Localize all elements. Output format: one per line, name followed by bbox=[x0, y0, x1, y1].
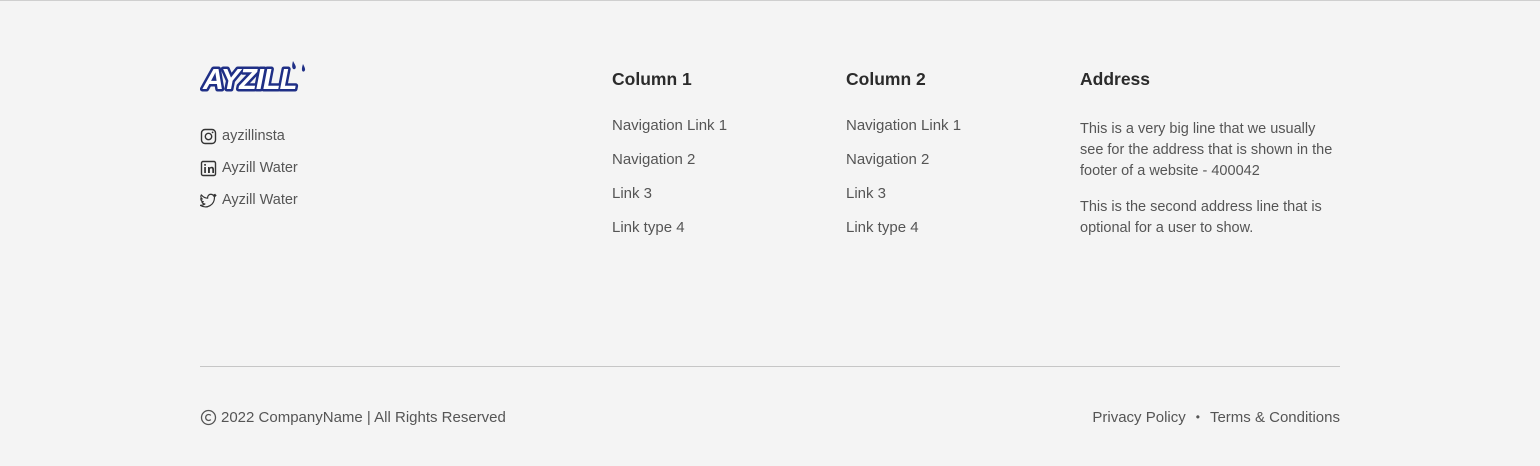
nav-link[interactable]: Link type 4 bbox=[612, 218, 832, 252]
social-label: Ayzill Water bbox=[222, 192, 298, 208]
nav-link[interactable]: Navigation 2 bbox=[612, 150, 832, 184]
nav-link[interactable]: Navigation Link 1 bbox=[612, 116, 832, 150]
copyright: 2022 CompanyName | All Rights Reserved bbox=[200, 409, 506, 426]
footer-bottom-bar: 2022 CompanyName | All Rights Reserved P… bbox=[200, 405, 1340, 429]
social-label: ayzillinsta bbox=[222, 128, 285, 144]
footer-column-2: Column 2 Navigation Link 1 Navigation 2 … bbox=[846, 68, 1066, 252]
terms-link[interactable]: Terms & Conditions bbox=[1210, 409, 1340, 426]
copyright-text: 2022 CompanyName | All Rights Reserved bbox=[221, 408, 506, 426]
social-label: Ayzill Water bbox=[222, 160, 298, 176]
social-linkedin[interactable]: Ayzill Water bbox=[200, 152, 560, 184]
footer-column-1: Column 1 Navigation Link 1 Navigation 2 … bbox=[612, 68, 832, 252]
nav-link[interactable]: Link 3 bbox=[612, 184, 832, 218]
footer-divider bbox=[200, 366, 1340, 367]
social-twitter[interactable]: Ayzill Water bbox=[200, 184, 560, 216]
nav-link[interactable]: Navigation Link 1 bbox=[846, 116, 1066, 150]
address-heading: Address bbox=[1080, 69, 1151, 89]
nav-link[interactable]: Navigation 2 bbox=[846, 150, 1066, 184]
brand-column: AYZILL ayzillinsta Ayzill Water Ayzill W… bbox=[200, 58, 560, 216]
privacy-policy-link[interactable]: Privacy Policy bbox=[1092, 409, 1185, 426]
nav-link[interactable]: Link 3 bbox=[846, 184, 1066, 218]
social-instagram[interactable]: ayzillinsta bbox=[200, 120, 560, 152]
top-border bbox=[0, 0, 1540, 1]
nav-link[interactable]: Link type 4 bbox=[846, 218, 1066, 252]
linkedin-icon bbox=[200, 160, 217, 177]
social-links: ayzillinsta Ayzill Water Ayzill Water bbox=[200, 120, 560, 216]
address-line-1: This is a very big line that we usually … bbox=[1080, 121, 1333, 179]
twitter-icon bbox=[200, 192, 217, 209]
legal-links: Privacy Policy • Terms & Conditions bbox=[1092, 409, 1340, 426]
column-heading: Column 2 bbox=[846, 69, 926, 89]
site-footer: AYZILL ayzillinsta Ayzill Water Ayzill W… bbox=[200, 58, 1340, 278]
column-heading: Column 1 bbox=[612, 69, 692, 89]
svg-text:AYZILL: AYZILL bbox=[202, 64, 297, 96]
nav-list: Navigation Link 1 Navigation 2 Link 3 Li… bbox=[846, 116, 1066, 252]
instagram-icon bbox=[200, 128, 217, 145]
address-block: This is a very big line that we usually … bbox=[1080, 119, 1350, 239]
ayzill-logo[interactable]: AYZILL bbox=[200, 58, 324, 98]
address-line-2: This is the second address line that is … bbox=[1080, 199, 1322, 236]
bullet-separator: • bbox=[1195, 410, 1200, 424]
nav-list: Navigation Link 1 Navigation 2 Link 3 Li… bbox=[612, 116, 832, 252]
address-column: Address This is a very big line that we … bbox=[1080, 68, 1350, 254]
copyright-icon bbox=[200, 409, 217, 426]
